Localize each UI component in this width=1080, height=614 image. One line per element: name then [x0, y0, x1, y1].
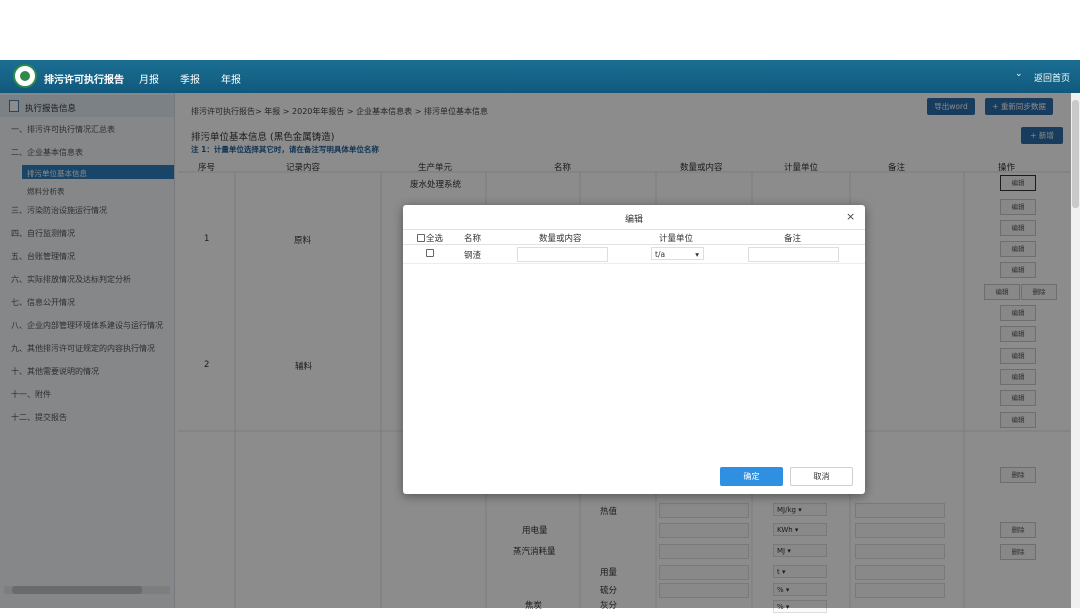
confirm-button[interactable]: 确定 — [720, 467, 783, 486]
chevron-down-icon[interactable]: ⌄ — [1015, 69, 1023, 79]
col-header-name: 名称 — [464, 234, 482, 244]
col-header-remark: 备注 — [784, 234, 802, 244]
chevron-down-icon: ▾ — [695, 250, 699, 259]
nav-quarterly[interactable]: 季报 — [180, 71, 200, 86]
row-name: 钢渣 — [464, 251, 482, 261]
scrollbar-thumb[interactable] — [1072, 100, 1079, 208]
dialog-title: 编辑 — [624, 215, 643, 225]
edit-dialog: 编辑 × 全选 名称 数量或内容 计量单位 备注 钢渣 t/a ▾ 确定 取消 — [403, 205, 865, 494]
quantity-input[interactable] — [517, 247, 608, 262]
home-link[interactable]: 返回首页 — [1034, 71, 1070, 84]
row-checkbox[interactable] — [426, 249, 434, 257]
select-all-checkbox[interactable] — [417, 234, 425, 242]
logo-icon — [13, 64, 37, 88]
unit-select-value: t/a — [655, 250, 666, 259]
remark-input[interactable] — [748, 247, 839, 262]
col-header-unit: 计量单位 — [659, 234, 694, 244]
col-header-quantity: 数量或内容 — [539, 234, 582, 244]
col-header-select-all: 全选 — [426, 234, 444, 244]
unit-select[interactable]: t/a ▾ — [651, 247, 704, 260]
nav-annual[interactable]: 年报 — [221, 71, 241, 86]
nav-monthly[interactable]: 月报 — [139, 71, 159, 86]
app-title: 排污许可执行报告 — [44, 75, 124, 86]
top-navbar: 排污许可执行报告 月报 季报 年报 ⌄ 返回首页 — [0, 60, 1080, 93]
close-icon[interactable]: × — [846, 210, 855, 223]
cancel-button[interactable]: 取消 — [790, 467, 853, 486]
